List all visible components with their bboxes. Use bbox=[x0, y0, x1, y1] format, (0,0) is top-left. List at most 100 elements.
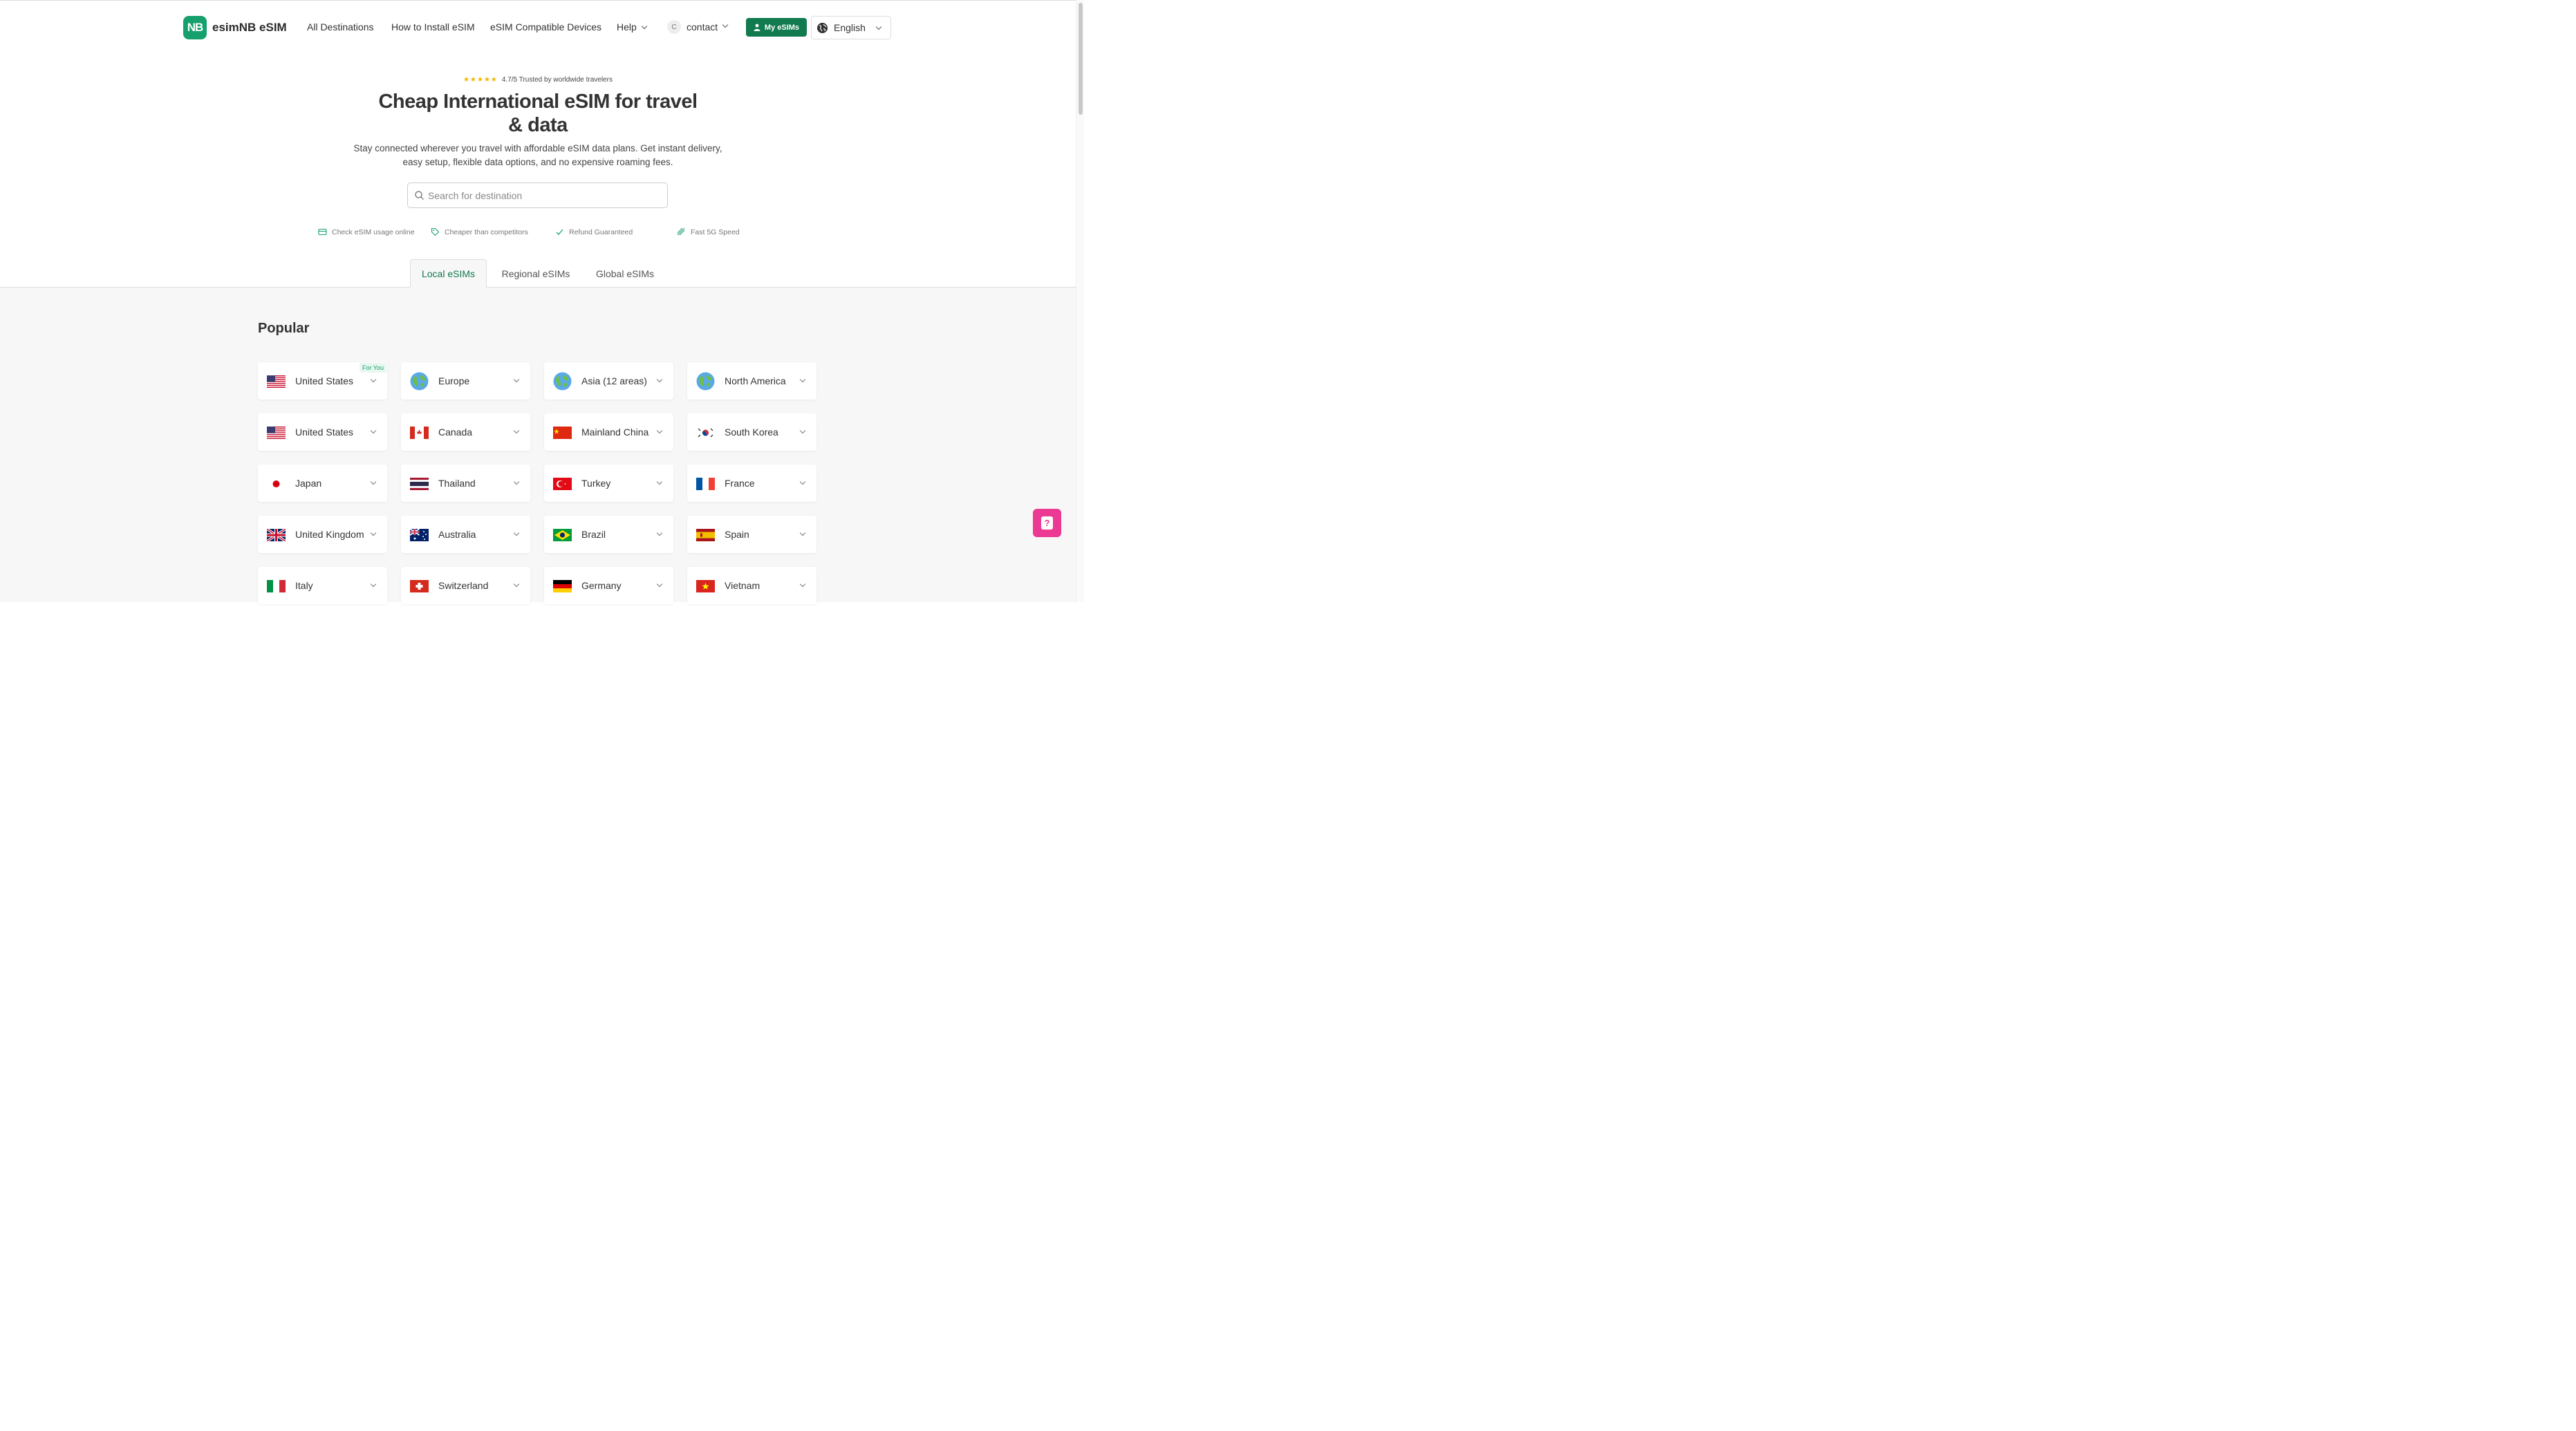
page-title: Cheap International eSIM for travel & da… bbox=[0, 90, 1076, 137]
tab-local-esims[interactable]: Local eSIMs bbox=[410, 259, 487, 288]
destination-card[interactable]: Mainland China bbox=[544, 413, 673, 451]
globe-icon bbox=[553, 372, 572, 391]
contact-menu[interactable]: C contact bbox=[667, 20, 729, 34]
chevron-down-icon[interactable] bbox=[799, 427, 806, 434]
logo[interactable]: NB esimNB eSIM bbox=[183, 16, 287, 39]
destination-name: Spain bbox=[725, 529, 749, 540]
chevron-down-icon[interactable] bbox=[656, 478, 663, 485]
chevron-down-icon[interactable] bbox=[656, 581, 663, 588]
feature-refund: Refund Guaranteed bbox=[555, 227, 633, 236]
tab-regional-esims[interactable]: Regional eSIMs bbox=[494, 259, 577, 288]
nav-help[interactable]: Help bbox=[617, 21, 648, 32]
check-icon bbox=[556, 229, 563, 235]
flag-icon bbox=[696, 423, 715, 442]
flag-icon bbox=[267, 372, 286, 391]
language-selector[interactable]: English bbox=[811, 16, 891, 39]
destination-name: Italy bbox=[295, 580, 313, 591]
chevron-down-icon[interactable] bbox=[370, 581, 377, 588]
person-icon bbox=[754, 24, 760, 31]
destination-name: Canada bbox=[438, 427, 473, 438]
globe-icon bbox=[410, 372, 429, 391]
chevron-down-icon[interactable] bbox=[513, 478, 520, 485]
feature-label: Fast 5G Speed bbox=[691, 227, 740, 236]
chevron-down-icon[interactable] bbox=[513, 581, 520, 588]
flag-icon bbox=[410, 474, 429, 493]
destination-name: Germany bbox=[581, 580, 622, 591]
destination-card[interactable]: France bbox=[687, 465, 816, 502]
nav-compatible-devices[interactable]: eSIM Compatible Devices bbox=[490, 21, 601, 32]
destination-card[interactable]: Japan bbox=[258, 465, 387, 502]
destination-card[interactable]: Australia bbox=[401, 516, 530, 553]
chevron-down-icon[interactable] bbox=[799, 376, 806, 383]
speed-icon bbox=[677, 227, 685, 236]
scrollbar-thumb[interactable] bbox=[1079, 3, 1083, 115]
destination-name: France bbox=[725, 478, 755, 489]
destination-card[interactable]: Thailand bbox=[401, 465, 530, 502]
help-button[interactable]: ? bbox=[1033, 509, 1061, 537]
chevron-down-icon[interactable] bbox=[656, 427, 663, 434]
chevron-down-icon[interactable] bbox=[799, 530, 806, 536]
destination-card[interactable]: Germany bbox=[544, 567, 673, 604]
nav-all-destinations[interactable]: All Destinations bbox=[307, 21, 374, 32]
destination-card[interactable]: United Kingdom bbox=[258, 516, 387, 553]
destination-card[interactable]: Europe bbox=[401, 362, 530, 400]
flag-icon bbox=[553, 525, 572, 544]
flag-icon bbox=[410, 423, 429, 442]
avatar: C bbox=[667, 20, 681, 34]
flag-icon bbox=[696, 577, 715, 595]
chevron-down-icon bbox=[875, 24, 882, 30]
chevron-down-icon[interactable] bbox=[513, 530, 520, 536]
destination-card[interactable]: Canada bbox=[401, 413, 530, 451]
section-title: Popular bbox=[258, 321, 310, 336]
my-esims-button[interactable]: My eSIMs bbox=[746, 18, 807, 37]
search-icon bbox=[415, 191, 424, 200]
chevron-down-icon[interactable] bbox=[799, 581, 806, 588]
chevron-down-icon[interactable] bbox=[370, 376, 377, 383]
chevron-down-icon[interactable] bbox=[656, 376, 663, 383]
tab-global-esims[interactable]: Global eSIMs bbox=[589, 259, 661, 288]
destination-card[interactable]: South Korea bbox=[687, 413, 816, 451]
chevron-down-icon[interactable] bbox=[656, 530, 663, 536]
chevron-down-icon[interactable] bbox=[370, 427, 377, 434]
destination-card[interactable]: United States For You bbox=[258, 362, 387, 400]
title-line-2: & data bbox=[508, 114, 568, 136]
chevron-down-icon[interactable] bbox=[370, 478, 377, 485]
destination-card[interactable]: Vietnam bbox=[687, 567, 816, 604]
search-box[interactable] bbox=[407, 183, 668, 208]
card-icon bbox=[318, 228, 327, 236]
destination-card[interactable]: Turkey bbox=[544, 465, 673, 502]
flag-icon bbox=[696, 474, 715, 493]
destination-card[interactable]: Asia (12 areas) bbox=[544, 362, 673, 400]
destination-card[interactable]: Spain bbox=[687, 516, 816, 553]
destination-name: Switzerland bbox=[438, 580, 489, 591]
nav-how-to-install[interactable]: How to Install eSIM bbox=[391, 21, 475, 32]
flag-icon bbox=[410, 577, 429, 595]
destination-card[interactable]: North America bbox=[687, 362, 816, 400]
destination-card[interactable]: United States bbox=[258, 413, 387, 451]
feature-label: Check eSIM usage online bbox=[332, 227, 415, 236]
tag-icon bbox=[431, 227, 440, 236]
scrollbar[interactable] bbox=[1076, 0, 1084, 602]
chevron-down-icon[interactable] bbox=[513, 376, 520, 383]
for-you-badge: For You bbox=[359, 363, 386, 373]
chevron-down-icon[interactable] bbox=[513, 427, 520, 434]
feature-label: Refund Guaranteed bbox=[569, 227, 633, 236]
chevron-down-icon[interactable] bbox=[799, 478, 806, 485]
rating-text: 4.7/5 Trusted by worldwide travelers bbox=[501, 76, 613, 84]
destination-name: United States bbox=[295, 375, 354, 386]
destination-card[interactable]: Italy bbox=[258, 567, 387, 604]
destination-name: Japan bbox=[295, 478, 322, 489]
search-input[interactable] bbox=[428, 189, 649, 201]
flag-icon bbox=[267, 474, 286, 493]
destination-card[interactable]: Brazil bbox=[544, 516, 673, 553]
destination-name: Australia bbox=[438, 529, 476, 540]
chevron-down-icon bbox=[722, 21, 729, 28]
chevron-down-icon bbox=[641, 23, 648, 30]
logo-mark: NB bbox=[183, 16, 207, 39]
title-line-1: Cheap International eSIM for travel bbox=[378, 91, 698, 113]
star-icons: ★★★★★ bbox=[463, 76, 498, 84]
language-label: English bbox=[834, 22, 866, 33]
chevron-down-icon[interactable] bbox=[370, 530, 377, 536]
destination-name: North America bbox=[725, 375, 786, 386]
destination-card[interactable]: Switzerland bbox=[401, 567, 530, 604]
